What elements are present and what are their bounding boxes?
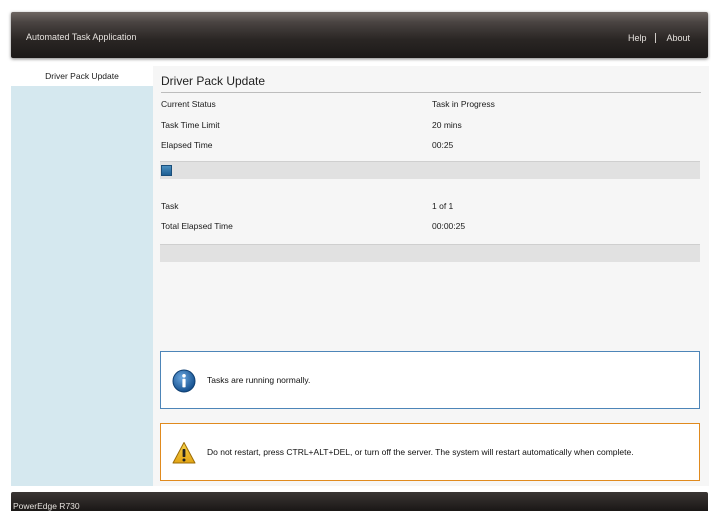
task-progress-bar [160,161,700,179]
warning-message-box: Do not restart, press CTRL+ALT+DEL, or t… [160,423,700,481]
overall-progress-bar [160,244,700,262]
row-label: Total Elapsed Time [161,221,233,231]
task-time-limit-row: Task Time Limit 20 mins [161,120,701,134]
row-label: Task [161,201,179,211]
help-link[interactable]: Help [628,33,647,43]
row-value: 00:00:25 [432,221,466,231]
task-row: Task 1 of 1 [161,201,701,215]
row-label: Task Time Limit [161,120,220,130]
row-value: Task in Progress [432,99,495,109]
info-message-box: Tasks are running normally. [160,351,700,409]
total-elapsed-time-row: Total Elapsed Time 00:00:25 [161,221,701,235]
row-value: 00:25 [432,140,454,150]
nav-separator [655,33,657,43]
sidebar-item-driver-pack-update[interactable]: Driver Pack Update [11,66,153,86]
row-label: Current Status [161,99,216,109]
app-header: Automated Task Application Help About [11,12,708,58]
warning-message-text: Do not restart, press CTRL+ALT+DEL, or t… [207,447,634,457]
row-value: 1 of 1 [432,201,454,211]
elapsed-time-row: Elapsed Time 00:25 [161,140,701,154]
row-label: Elapsed Time [161,140,213,150]
header-nav: Help About [628,33,690,43]
task-progress-fill [161,165,172,176]
footer: PowerEdge R730 [11,492,708,511]
app-title: Automated Task Application [26,32,137,42]
row-value: 20 mins [432,120,462,130]
main-panel: Driver Pack Update Current Status Task i… [153,66,709,486]
info-icon [172,369,196,395]
info-message-text: Tasks are running normally. [207,375,311,385]
server-model-label: PowerEdge R730 [13,501,80,511]
about-link[interactable]: About [666,33,690,43]
current-status-row: Current Status Task in Progress [161,99,701,113]
sidebar: Driver Pack Update [11,66,153,486]
warning-icon [172,441,196,467]
page-title: Driver Pack Update [161,74,701,93]
